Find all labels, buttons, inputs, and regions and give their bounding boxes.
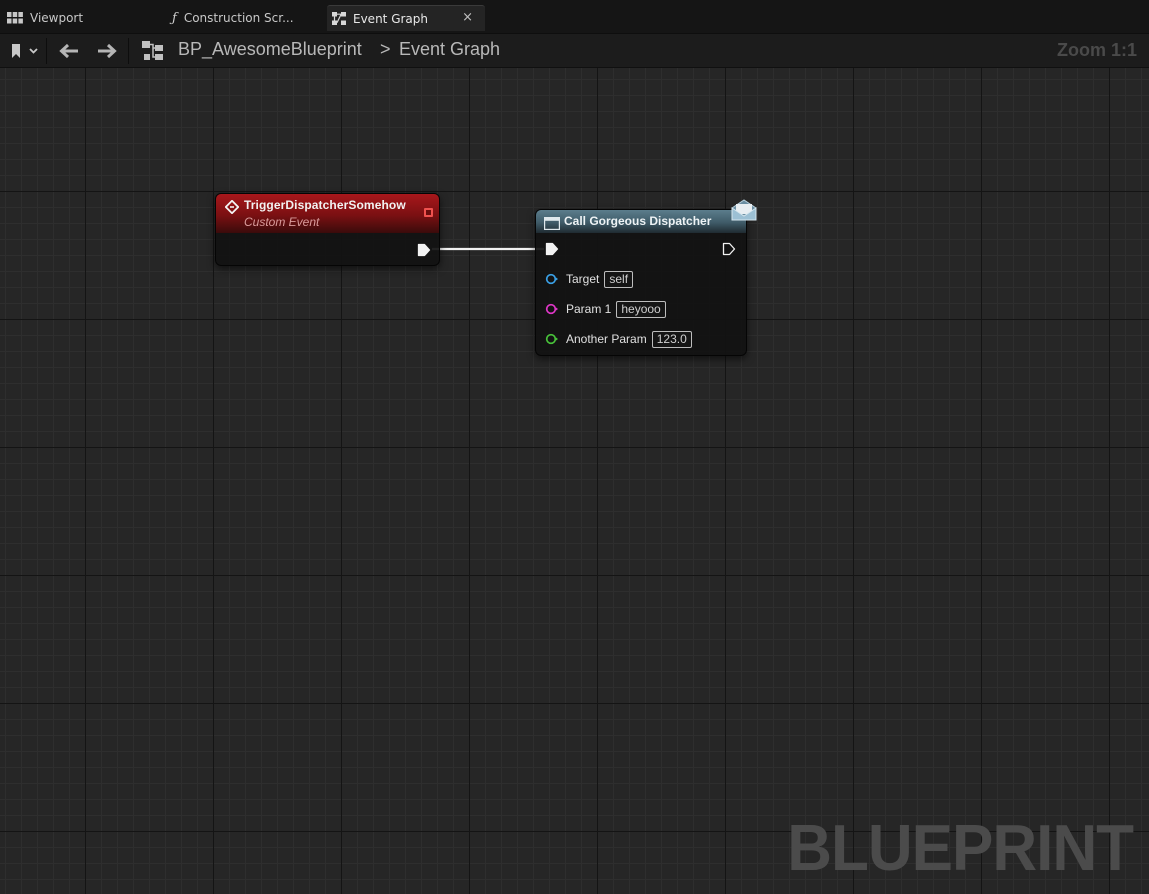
event-graph-icon	[332, 12, 346, 25]
function-icon: ƒ	[172, 10, 177, 26]
bookmark-dropdown-button[interactable]	[8, 41, 40, 61]
exec-input-pin[interactable]	[545, 241, 559, 260]
tab-viewport-label: Viewport	[30, 11, 84, 25]
back-button[interactable]	[56, 41, 82, 61]
tab-event-graph[interactable]: Event Graph ×	[327, 5, 485, 31]
pin-target-value[interactable]: self	[604, 270, 634, 288]
exec-arrow-icon	[417, 243, 431, 257]
call-dispatcher-title: Call Gorgeous Dispatcher	[564, 214, 712, 228]
call-dispatcher-header[interactable]: Call Gorgeous Dispatcher	[536, 199, 757, 234]
breadcrumb-graph[interactable]: Event Graph	[399, 39, 500, 60]
tab-construction-script-label: Construction Scr...	[183, 11, 294, 25]
tab-event-graph-label: Event Graph	[353, 11, 428, 26]
float-pin-icon	[545, 333, 559, 345]
arrow-left-icon	[59, 43, 78, 59]
document-tab-bar: Viewport ƒ Construction Scr... Event Gra…	[0, 0, 1149, 34]
viewport-grid-icon	[7, 12, 23, 24]
custom-event-title: TriggerDispatcherSomehow	[244, 198, 406, 212]
blueprint-class-icon	[140, 41, 166, 61]
event-diamond-icon	[224, 199, 240, 218]
toolbar-separator	[128, 38, 129, 64]
arrow-right-icon	[98, 43, 117, 59]
pin-param-1[interactable]: Param 1 heyooo	[545, 299, 666, 319]
pin-param-1-label: Param 1	[566, 302, 612, 316]
object-pin-icon	[545, 273, 559, 285]
exec-output-pin[interactable]	[722, 241, 736, 260]
call-dispatcher-node[interactable]: Call Gorgeous Dispatcher Target self Par…	[535, 199, 757, 356]
tab-viewport[interactable]: Viewport	[6, 5, 166, 31]
breadcrumb-blueprint[interactable]: BP_AwesomeBlueprint	[178, 39, 362, 60]
custom-event-header[interactable]: TriggerDispatcherSomehow Custom Event	[216, 194, 439, 233]
pin-another-param-label: Another Param	[566, 332, 647, 346]
tab-construction-script[interactable]: ƒ Construction Scr...	[168, 5, 326, 31]
pin-param-1-value[interactable]: heyooo	[616, 300, 666, 318]
exec-arrow-icon	[545, 242, 559, 256]
forward-button[interactable]	[94, 41, 120, 61]
graph-toolbar: BP_AwesomeBlueprint > Event Graph Zoom 1…	[0, 34, 1149, 68]
string-pin-icon	[545, 303, 559, 315]
envelope-icon	[730, 198, 758, 226]
breadcrumb-separator: >	[380, 39, 391, 59]
exec-arrow-outline-icon	[722, 242, 736, 256]
close-tab-button[interactable]: ×	[462, 10, 473, 25]
zoom-level: Zoom 1:1	[1056, 40, 1137, 60]
blueprint-watermark: BLUEPRINT	[787, 812, 1134, 885]
blueprint-editor: Viewport ƒ Construction Scr... Event Gra…	[0, 0, 1149, 894]
delegate-output-pin[interactable]	[424, 208, 433, 217]
pin-another-param[interactable]: Another Param 123.0	[545, 329, 692, 349]
custom-event-subtitle: Custom Event	[244, 215, 320, 229]
custom-event-node[interactable]: TriggerDispatcherSomehow Custom Event	[215, 193, 440, 266]
function-call-icon	[544, 215, 561, 234]
pin-target-label: Target	[566, 272, 600, 286]
pin-target[interactable]: Target self	[545, 269, 634, 289]
pin-another-param-value[interactable]: 123.0	[651, 330, 692, 348]
bookmark-icon	[12, 44, 38, 58]
toolbar-separator	[46, 38, 47, 64]
exec-wire	[432, 247, 544, 251]
exec-output-pin[interactable]	[417, 242, 431, 261]
graph-canvas[interactable]: TriggerDispatcherSomehow Custom Event Ca…	[0, 68, 1149, 894]
